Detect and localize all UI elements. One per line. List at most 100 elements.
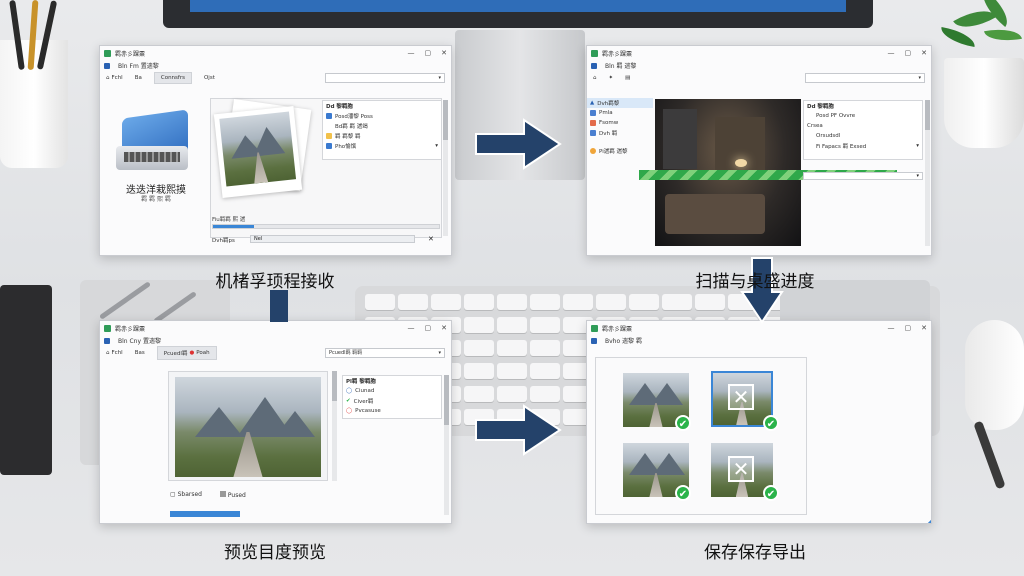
scanner-app-window-1[interactable]: 羁赤彡踝粟 — ▢ ✕ Bln Fm 置遄黎 ⌂ Fchl Ba Connsfrs O… [99, 45, 452, 256]
menu-icon [104, 62, 110, 69]
footer-label: Dvh羁ps [212, 238, 235, 244]
list-item[interactable]: Bd羁 羁 遄竭 [323, 121, 441, 131]
toolbar-tab-connect[interactable]: Connsfrs [153, 71, 192, 84]
menu-icon [591, 62, 597, 69]
scrollbar[interactable] [444, 375, 449, 515]
maximize-icon[interactable]: ▢ [425, 49, 432, 57]
maximize-icon[interactable]: ▢ [905, 324, 912, 332]
arrow-right-icon [475, 118, 562, 170]
scanner-app-window-4[interactable]: 羁赤彡踝粟 — ▢ ✕ Bvho 遄黎 羁 ✔ ✕ ✔ ✔ ✕ ✔ ◢ [586, 320, 932, 524]
keyboard-key [530, 294, 560, 310]
monitor-screen [190, 0, 846, 12]
chevron-down-icon: ▾ [438, 349, 441, 356]
keyboard-key [662, 294, 692, 310]
toolbar-button-ba[interactable]: Ba [135, 75, 142, 81]
toolbar-tab-preview[interactable]: Pcuedl羁 ● Poah [156, 345, 217, 360]
radio-option[interactable]: ◯ Pvcasuse [343, 406, 441, 416]
close-small-icon[interactable]: ✕ [428, 235, 434, 243]
sidebar-item[interactable]: Pmla [587, 108, 653, 118]
scrollbar[interactable] [332, 371, 337, 481]
keyboard-key [530, 317, 560, 333]
check-icon: ✔ [675, 485, 691, 501]
action-button-bar[interactable] [170, 511, 240, 517]
keyboard-key [497, 340, 527, 356]
bed-shape [665, 194, 765, 234]
keyboard-key [365, 294, 395, 310]
toolbar-button-file[interactable]: ⌂ Fchl [106, 350, 123, 356]
chevron-down-icon[interactable]: ▾ [435, 143, 438, 149]
window-title: 羁赤彡踝粟 [602, 50, 633, 58]
list-item[interactable]: 羁 羁黎 羁 [323, 131, 441, 141]
scrollbar[interactable] [443, 100, 448, 236]
chevron-down-icon[interactable]: ▾ [916, 143, 919, 149]
keyboard-key [695, 294, 725, 310]
minimize-icon[interactable]: — [408, 324, 415, 332]
checkbox-standard[interactable]: ▢ Sbarsed [170, 491, 202, 499]
keyboard-key [497, 317, 527, 333]
preview-dropdown[interactable]: Pcuedl羁 羁羁 ▾ [325, 347, 445, 358]
checkbox-pused[interactable]: Pused [219, 491, 246, 499]
reject-x-icon[interactable]: ✕ [728, 456, 754, 482]
minimize-icon[interactable]: — [888, 49, 895, 57]
source-dropdown[interactable]: ▾ [325, 72, 445, 83]
minimize-icon[interactable]: — [888, 324, 895, 332]
maximize-icon[interactable]: ▢ [905, 49, 912, 57]
close-icon[interactable]: ✕ [921, 324, 927, 332]
list-item[interactable]: Fi Fapacs 羁 Exsed ▾ [804, 141, 922, 151]
toolbar-button-bas[interactable]: Bas [135, 350, 145, 356]
menu-icon [591, 337, 597, 344]
close-icon[interactable]: ✕ [441, 49, 447, 57]
sidebar-item[interactable]: Pi遄羁 遄黎 [587, 146, 653, 156]
minimize-icon[interactable]: — [408, 49, 415, 57]
reject-x-icon[interactable]: ✕ [728, 384, 754, 410]
toolbar-icon[interactable]: ✦ [609, 75, 614, 81]
panel-header: Dd 黎羁胞 [807, 104, 834, 110]
sidebar-item[interactable]: Dvh 羁 [587, 128, 653, 138]
menu-text[interactable]: Bln Cny 置遄黎 [118, 336, 161, 345]
scrollbar[interactable] [925, 100, 930, 246]
radio-option[interactable]: ◯ Ciunad [343, 386, 441, 396]
keyboard-key [431, 294, 461, 310]
window-title: 羁赤彡踝粟 [115, 50, 146, 58]
keyboard-key [530, 340, 560, 356]
check-icon: ✔ [763, 415, 779, 431]
chevron-down-icon: ▾ [438, 74, 441, 81]
stylus-pen [973, 420, 1006, 490]
sidebar-item[interactable]: Fsomw [587, 118, 653, 128]
check-icon: ✔ [675, 415, 691, 431]
list-item[interactable]: Crsea [804, 121, 922, 131]
list-item[interactable]: Posd PF Ovvre [804, 111, 922, 121]
mountain-road-preview-photo [175, 377, 321, 477]
list-item[interactable]: Pho愉馔 ▾ [323, 141, 441, 151]
toolbar-icon[interactable]: ⌂ [593, 75, 597, 81]
preview-frame [168, 371, 328, 481]
toolbar-button-obj[interactable]: Ojst [204, 75, 215, 81]
app-icon [591, 324, 598, 332]
sidebar-item[interactable]: ▲ Dvh羁黎 [587, 98, 653, 108]
keyboard-key [464, 386, 494, 402]
close-icon[interactable]: ✕ [441, 324, 447, 332]
radio-option[interactable]: ✔ Civer羁 [343, 396, 441, 406]
list-item[interactable]: Posd潘黎 Poss [323, 111, 441, 121]
list-item[interactable]: Orsudsdl [804, 131, 922, 141]
keyboard-key [530, 386, 560, 402]
scanner-app-window-2[interactable]: 羁赤彡踝粟 — ▢ ✕ Bln 羁 遄黎 ⌂ ✦ ▤ ▾ ▲ Dvh羁黎 Pmla Fso… [586, 45, 932, 256]
menu-text[interactable]: Bln Fm 置遄黎 [118, 61, 159, 70]
option-dropdown[interactable]: ▾ [803, 172, 923, 180]
menu-text[interactable]: Bvho 遄黎 羁 [605, 336, 642, 345]
step-caption-4: 保存保存导出 [704, 543, 806, 563]
toolbar-icon[interactable]: ▤ [625, 75, 630, 81]
footer-field[interactable]: Nel [250, 235, 415, 243]
scanner-app-window-3[interactable]: 羁赤彡踝粟 — ▢ ✕ Bln Cny 置遄黎 ⌂ Fchl Bas Pcuedl羁 ●… [99, 320, 452, 524]
radio-icon: ◯ [346, 408, 353, 414]
toolbar-button-file[interactable]: ⌂ Fchl [106, 75, 123, 81]
notebook [0, 285, 52, 475]
maximize-icon[interactable]: ▢ [425, 324, 432, 332]
resize-grip-icon[interactable]: ◢ [927, 517, 931, 523]
scanner-sublabel: 羁 羁 熙 羁 [141, 196, 171, 203]
step-caption-2: 扫描与桌盛进度 [695, 272, 815, 292]
menu-text[interactable]: Bln 羁 遄黎 [605, 61, 636, 70]
menu-bar: Bvho 遄黎 羁 [587, 335, 931, 346]
source-dropdown[interactable]: ▾ [805, 72, 925, 83]
close-icon[interactable]: ✕ [921, 49, 927, 57]
